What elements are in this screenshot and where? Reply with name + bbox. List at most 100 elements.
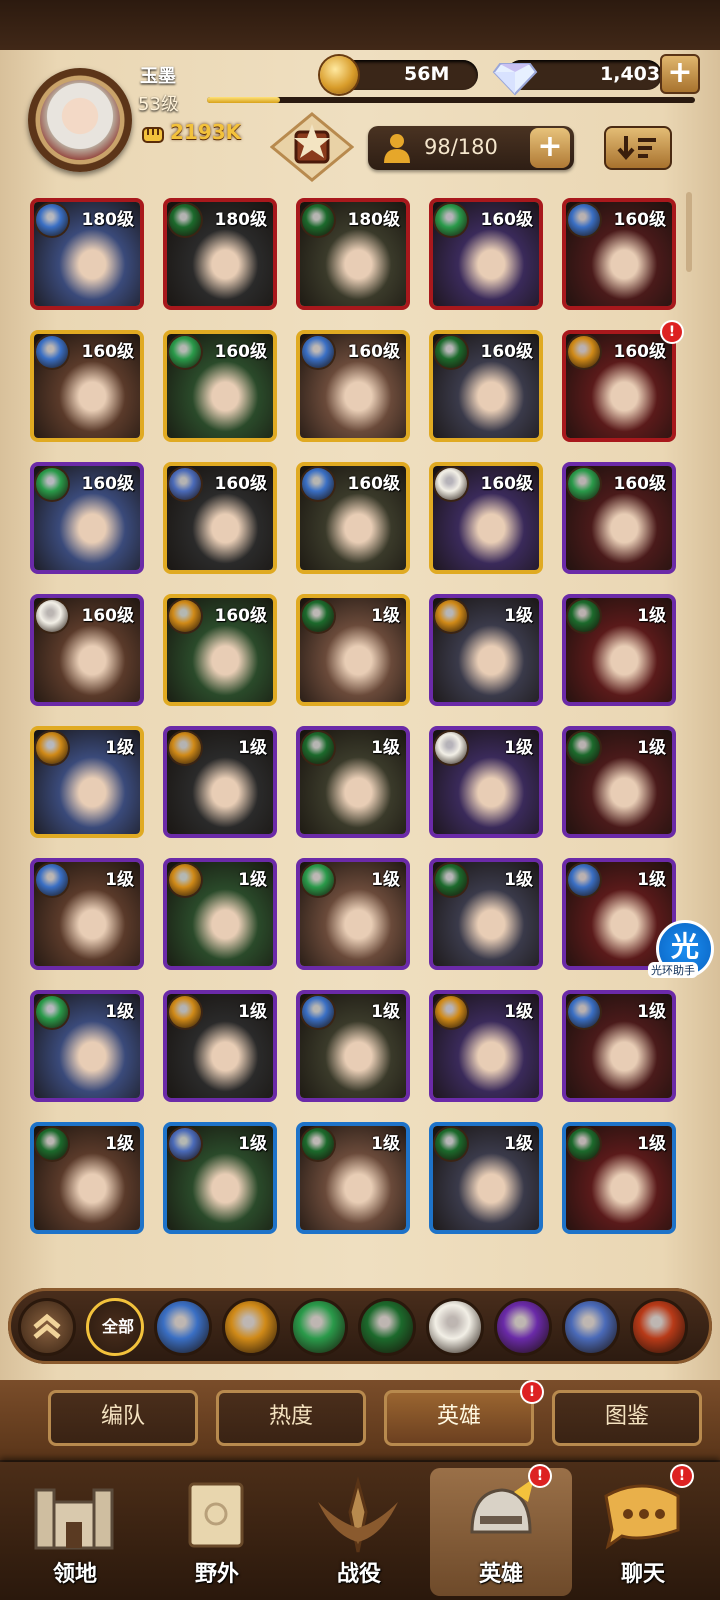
celestial-faction-icon bbox=[36, 600, 68, 632]
mauler-faction-icon bbox=[169, 732, 201, 764]
double-chevron-up-icon bbox=[33, 1313, 61, 1339]
nav-tab-3[interactable]: 英雄 bbox=[430, 1468, 572, 1596]
nav-label: 野外 bbox=[194, 1562, 239, 1587]
hero-card[interactable]: 160级 bbox=[562, 198, 676, 310]
hero-card[interactable]: 1级 bbox=[30, 726, 144, 838]
hero-level: 160级 bbox=[347, 342, 401, 362]
gold-amount: 56M bbox=[404, 63, 450, 85]
hero-level: 160级 bbox=[81, 606, 135, 626]
hero-card[interactable]: 1级 bbox=[296, 726, 410, 838]
hero-card[interactable]: 1级 bbox=[296, 594, 410, 706]
hero-card[interactable]: 160级 bbox=[429, 330, 543, 442]
hero-card[interactable]: 1级 bbox=[562, 726, 676, 838]
hero-card[interactable]: 1级 bbox=[30, 858, 144, 970]
graveborn-faction-icon bbox=[568, 600, 600, 632]
hero-card[interactable]: 160级 bbox=[429, 462, 543, 574]
hero-card[interactable]: 1级 bbox=[562, 990, 676, 1102]
dimensional-faction-icon bbox=[169, 468, 201, 500]
filter-celestial-icon[interactable] bbox=[426, 1298, 484, 1356]
hero-card[interactable]: 160级 bbox=[30, 594, 144, 706]
hero-level: 160级 bbox=[480, 342, 534, 362]
hero-card[interactable]: 1级 bbox=[429, 594, 543, 706]
hero-card[interactable]: 1级 bbox=[429, 990, 543, 1102]
hero-card[interactable]: 160级 bbox=[562, 462, 676, 574]
hero-card[interactable]: 160级 bbox=[163, 462, 277, 574]
lightbearer-faction-icon bbox=[36, 204, 68, 236]
hero-card[interactable]: 160级 bbox=[296, 330, 410, 442]
hero-card[interactable]: 180级 bbox=[163, 198, 277, 310]
hero-level: 1级 bbox=[371, 738, 400, 758]
hero-level: 1级 bbox=[105, 1134, 134, 1154]
sort-button[interactable] bbox=[604, 126, 672, 170]
hero-card[interactable]: 1级 bbox=[562, 594, 676, 706]
hero-level: 180级 bbox=[214, 210, 268, 230]
wilder-faction-icon bbox=[169, 336, 201, 368]
hero-card[interactable]: 1级 bbox=[163, 990, 277, 1102]
hero-card[interactable]: 160级 bbox=[296, 462, 410, 574]
hero-card[interactable]: 160级 bbox=[562, 330, 676, 442]
hero-card[interactable]: 160级 bbox=[163, 330, 277, 442]
mauler-faction-icon bbox=[36, 732, 68, 764]
avatar[interactable] bbox=[40, 80, 120, 160]
nav-tab-4[interactable]: 聊天 bbox=[572, 1468, 714, 1596]
nav-tab-0[interactable]: 领地 bbox=[4, 1468, 146, 1596]
nav-label: 聊天 bbox=[620, 1562, 665, 1587]
grid-scrollbar[interactable] bbox=[686, 192, 692, 272]
filter-all-button[interactable]: 全部 bbox=[86, 1298, 144, 1356]
nav-tab-2[interactable]: 战役 bbox=[288, 1468, 430, 1596]
filter-all-label: 全部 bbox=[101, 1317, 134, 1336]
collapse-filter-button[interactable] bbox=[18, 1298, 76, 1356]
buy-diamonds-button[interactable]: + bbox=[660, 54, 700, 94]
filter-wilder-icon[interactable] bbox=[290, 1298, 348, 1356]
graveborn-faction-icon bbox=[568, 1128, 600, 1160]
hero-card[interactable]: 1级 bbox=[296, 858, 410, 970]
hero-card[interactable]: 1级 bbox=[429, 726, 543, 838]
hero-card[interactable]: 160级 bbox=[429, 198, 543, 310]
hero-level: 160级 bbox=[214, 342, 268, 362]
guild-emblem-icon[interactable] bbox=[270, 112, 354, 182]
mauler-faction-icon bbox=[169, 996, 201, 1028]
hero-card[interactable]: 1级 bbox=[296, 990, 410, 1102]
nav-tab-1[interactable]: 野外 bbox=[146, 1468, 288, 1596]
crossed-swords-icon bbox=[318, 1476, 398, 1553]
hero-card[interactable]: 180级 bbox=[296, 198, 410, 310]
expand-capacity-button[interactable]: + bbox=[530, 128, 570, 168]
subtab-1[interactable]: 热度 bbox=[216, 1390, 366, 1446]
hero-card[interactable]: 160级 bbox=[30, 330, 144, 442]
hero-card[interactable]: 1级 bbox=[429, 1122, 543, 1234]
subtab-2[interactable]: 英雄 bbox=[384, 1390, 534, 1446]
hero-card[interactable]: 180级 bbox=[30, 198, 144, 310]
lightbearer-faction-icon bbox=[36, 864, 68, 896]
player-level: 53级 bbox=[138, 94, 179, 115]
subtab-3[interactable]: 图鉴 bbox=[552, 1390, 702, 1446]
hero-card[interactable]: 160级 bbox=[30, 462, 144, 574]
mauler-faction-icon bbox=[435, 996, 467, 1028]
hero-level: 160级 bbox=[214, 474, 268, 494]
hero-card[interactable]: 1级 bbox=[30, 1122, 144, 1234]
hero-card[interactable]: 1级 bbox=[163, 1122, 277, 1234]
hero-level: 1级 bbox=[637, 738, 666, 758]
subtab-0[interactable]: 编队 bbox=[48, 1390, 198, 1446]
graveborn-faction-icon bbox=[302, 732, 334, 764]
hero-card[interactable]: 1级 bbox=[163, 858, 277, 970]
graveborn-faction-icon bbox=[36, 1128, 68, 1160]
hero-card[interactable]: 160级 bbox=[163, 594, 277, 706]
filter-dimensional-icon[interactable] bbox=[562, 1298, 620, 1356]
filter-graveborn-icon[interactable] bbox=[358, 1298, 416, 1356]
hero-level: 160级 bbox=[480, 210, 534, 230]
hero-card[interactable]: 1级 bbox=[296, 1122, 410, 1234]
hero-level: 1级 bbox=[371, 606, 400, 626]
filter-mauler-icon[interactable] bbox=[222, 1298, 280, 1356]
hero-card[interactable]: 1级 bbox=[562, 1122, 676, 1234]
filter-hypogean-icon[interactable] bbox=[494, 1298, 552, 1356]
hero-card[interactable]: 1级 bbox=[429, 858, 543, 970]
filter-dragon-icon[interactable] bbox=[630, 1298, 688, 1356]
fist-icon bbox=[142, 127, 164, 143]
nav-label: 战役 bbox=[336, 1562, 381, 1587]
hero-card[interactable]: 1级 bbox=[163, 726, 277, 838]
lightbearer-faction-icon bbox=[302, 996, 334, 1028]
hero-level: 1级 bbox=[371, 1134, 400, 1154]
filter-lightbearer-icon[interactable] bbox=[154, 1298, 212, 1356]
hero-card[interactable]: 1级 bbox=[30, 990, 144, 1102]
hero-level: 1级 bbox=[238, 1002, 267, 1022]
